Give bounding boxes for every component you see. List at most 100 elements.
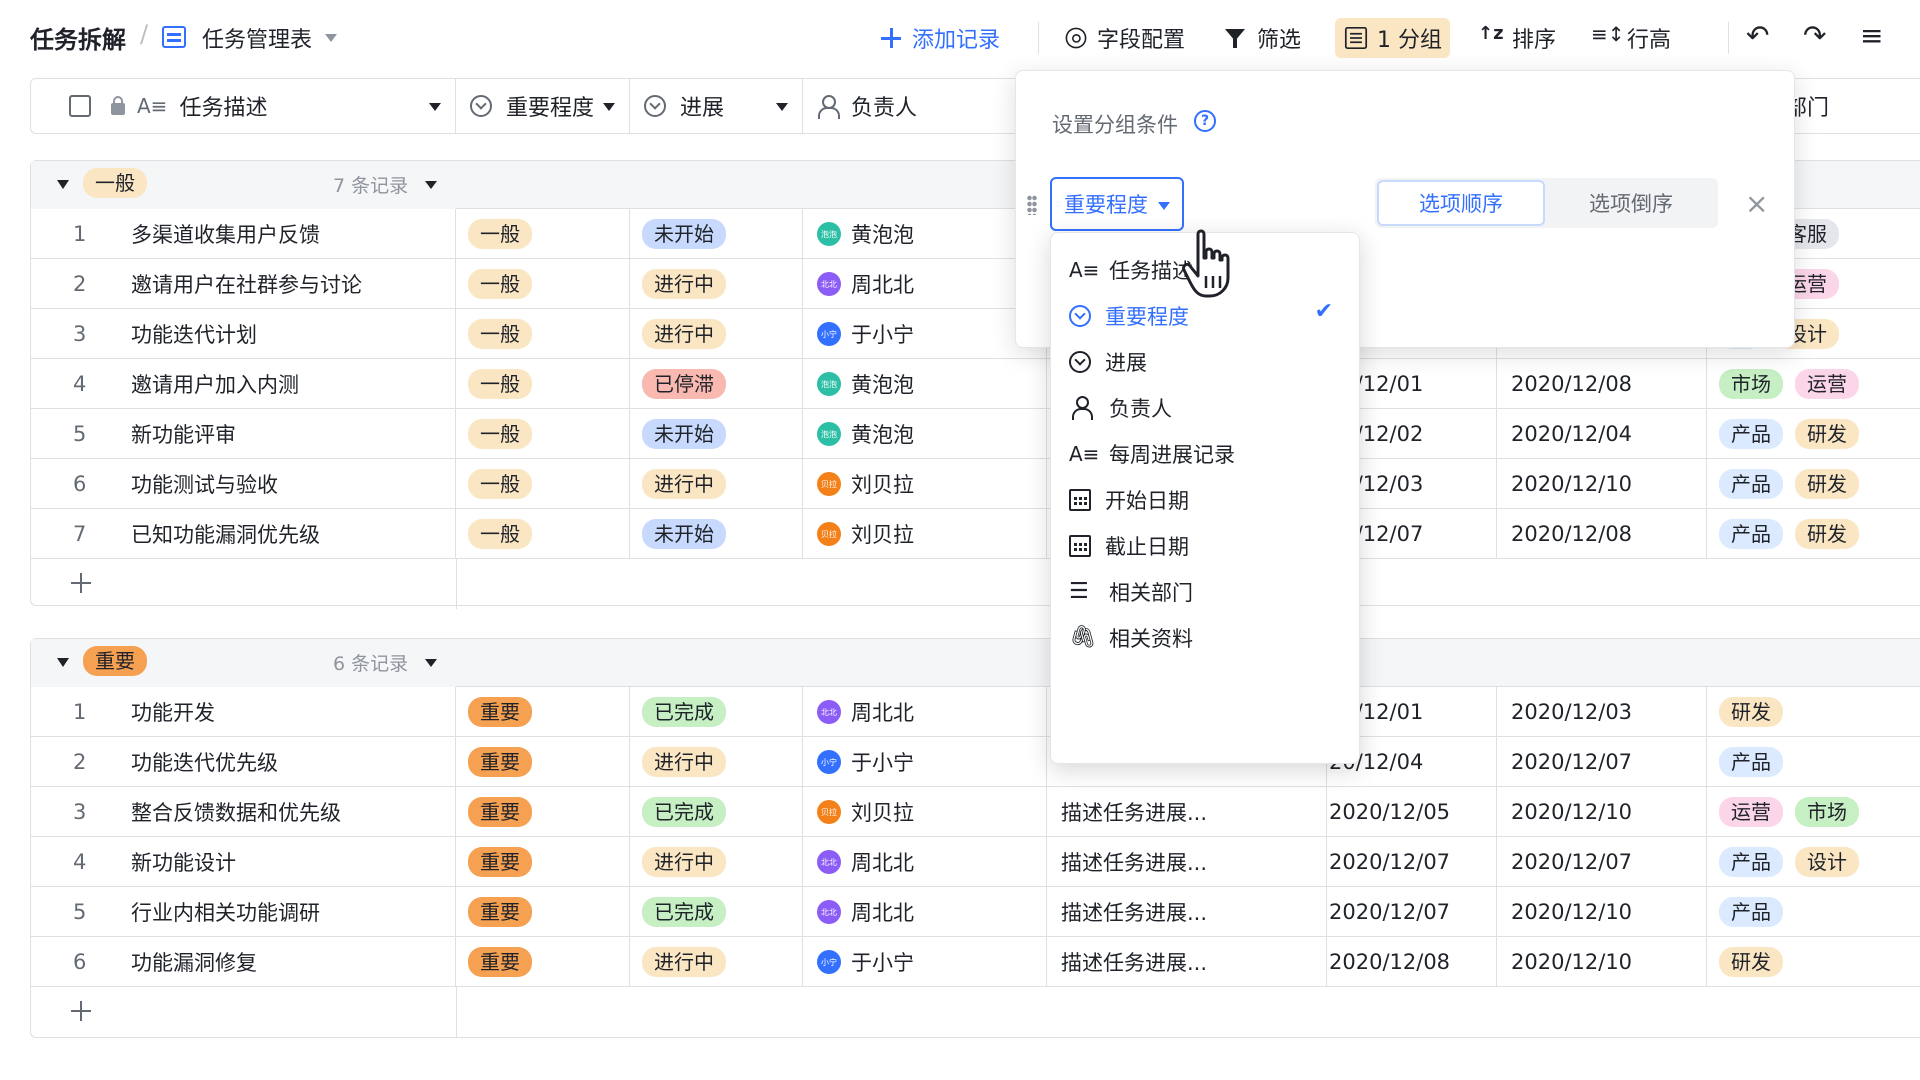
owner-name: 于小宁 bbox=[851, 323, 914, 347]
close-icon[interactable]: × bbox=[1745, 190, 1768, 218]
table-row[interactable]: 7 已知功能漏洞优先级 一般 未开始 贝拉 刘贝拉 20/12/07 2020/12/08 产品… bbox=[31, 509, 1920, 559]
field-option[interactable]: 🖇 相关资料 bbox=[1051, 613, 1359, 663]
row-number: 2 bbox=[73, 750, 87, 774]
row-number: 4 bbox=[73, 372, 87, 396]
sort-label: 排序 bbox=[1512, 28, 1557, 53]
field-option[interactable]: A≡ 每周进展记录 bbox=[1051, 429, 1359, 479]
task-text[interactable]: 功能迭代计划 bbox=[115, 319, 257, 349]
weekly-text[interactable]: 描述任务进展... bbox=[1047, 947, 1207, 977]
plus-icon[interactable] bbox=[69, 999, 93, 1023]
table-row[interactable]: 2 功能迭代优先级 重要 进行中 小宁 于小宁 20/12/04 2020/12/07 产品 bbox=[31, 737, 1920, 787]
end-date[interactable]: 2020/12/10 bbox=[1497, 900, 1632, 924]
owner-cell: 小宁 于小宁 bbox=[803, 309, 1047, 359]
priority-tag: 一般 bbox=[468, 219, 532, 249]
field-option[interactable]: ☰ 相关部门 bbox=[1051, 567, 1359, 617]
row-height-button[interactable]: 行高 bbox=[1585, 18, 1679, 58]
undo-button[interactable] bbox=[1738, 18, 1780, 58]
end-date[interactable]: 2020/12/07 bbox=[1497, 850, 1632, 874]
help-icon[interactable]: ? bbox=[1194, 110, 1216, 132]
end-date[interactable]: 2020/12/10 bbox=[1497, 950, 1632, 974]
field-option[interactable]: 截止日期 bbox=[1051, 521, 1359, 571]
view-dropdown-icon[interactable] bbox=[325, 34, 337, 42]
view-name[interactable]: 任务管理表 bbox=[202, 22, 312, 54]
chevron-down-icon[interactable] bbox=[429, 103, 441, 111]
end-date[interactable]: 2020/12/08 bbox=[1497, 372, 1632, 396]
table-row[interactable]: 6 功能漏洞修复 重要 进行中 小宁 于小宁 描述任务进展... 2020/12/08 2020… bbox=[31, 937, 1920, 987]
order-desc-button[interactable]: 选项倒序 bbox=[1547, 180, 1715, 226]
owner-cell: 北北 周北北 bbox=[803, 259, 1047, 309]
filter-button[interactable]: 筛选 bbox=[1215, 18, 1309, 58]
avatar: 贝拉 bbox=[817, 522, 841, 546]
select-all-checkbox[interactable] bbox=[69, 95, 91, 117]
plus-icon[interactable] bbox=[69, 571, 93, 595]
task-text[interactable]: 行业内相关功能调研 bbox=[115, 897, 320, 927]
chevron-down-icon[interactable] bbox=[425, 181, 437, 189]
task-text[interactable]: 整合反馈数据和优先级 bbox=[115, 797, 341, 827]
table-row[interactable]: 5 行业内相关功能调研 重要 已完成 北北 周北北 描述任务进展... 2020/12/07 2… bbox=[31, 887, 1920, 937]
end-date[interactable]: 2020/12/10 bbox=[1497, 472, 1632, 496]
chevron-down-icon[interactable] bbox=[425, 659, 437, 667]
task-text[interactable]: 功能测试与验收 bbox=[115, 469, 278, 499]
end-date[interactable]: 2020/12/08 bbox=[1497, 522, 1632, 546]
field-config-button[interactable]: 字段配置 bbox=[1055, 18, 1193, 58]
add-row[interactable] bbox=[31, 987, 1920, 1037]
avatar: 北北 bbox=[817, 700, 841, 724]
task-text[interactable]: 新功能设计 bbox=[115, 847, 236, 877]
chevron-down-icon[interactable] bbox=[776, 103, 788, 111]
order-toggle: 选项顺序 选项倒序 bbox=[1375, 178, 1718, 228]
column-header-progress[interactable]: 进展 bbox=[630, 79, 803, 133]
column-header-priority[interactable]: 重要程度 bbox=[456, 79, 630, 133]
breadcrumb-root[interactable]: 任务拆解 bbox=[30, 20, 126, 55]
drag-handle-icon[interactable] bbox=[1027, 195, 1037, 215]
task-text[interactable]: 邀请用户在社群参与讨论 bbox=[115, 269, 362, 299]
add-record-button[interactable]: 添加记录 bbox=[870, 18, 1008, 58]
sort-button[interactable]: 排序 bbox=[1470, 18, 1564, 58]
add-row[interactable] bbox=[31, 559, 1920, 609]
column-header-task[interactable]: A≡ 任务描述 bbox=[31, 79, 456, 133]
dept-cell: 产品 研发 bbox=[1707, 409, 1920, 459]
redo-button[interactable] bbox=[1795, 18, 1837, 58]
end-date[interactable]: 2020/12/03 bbox=[1497, 700, 1632, 724]
table-row[interactable]: 3 整合反馈数据和优先级 重要 已完成 贝拉 刘贝拉 描述任务进展... 2020/12/05… bbox=[31, 787, 1920, 837]
avatar: 贝拉 bbox=[817, 800, 841, 824]
table-row[interactable]: 4 邀请用户加入内测 一般 已停滞 泡泡 黄泡泡 20/12/01 2020/12/08 市场运… bbox=[31, 359, 1920, 409]
field-option[interactable]: 开始日期 bbox=[1051, 475, 1359, 525]
group-icon bbox=[1344, 26, 1368, 50]
weekly-text[interactable]: 描述任务进展... bbox=[1047, 797, 1207, 827]
group-button[interactable]: 1 分组 bbox=[1335, 18, 1450, 58]
task-text[interactable]: 功能迭代优先级 bbox=[115, 747, 278, 777]
end-date[interactable]: 2020/12/07 bbox=[1497, 750, 1632, 774]
field-option[interactable]: 负责人 bbox=[1051, 383, 1359, 433]
table-row[interactable]: 5 新功能评审 一般 未开始 泡泡 黄泡泡 20/12/02 2020/12/04 产品 研发 bbox=[31, 409, 1920, 459]
end-date[interactable]: 2020/12/10 bbox=[1497, 800, 1632, 824]
end-date[interactable]: 2020/12/04 bbox=[1497, 422, 1632, 446]
task-text[interactable]: 多渠道收集用户反馈 bbox=[115, 219, 320, 249]
more-button[interactable] bbox=[1852, 18, 1894, 58]
chevron-down-icon[interactable] bbox=[603, 103, 615, 111]
order-asc-button[interactable]: 选项顺序 bbox=[1377, 180, 1545, 226]
task-text[interactable]: 已知功能漏洞优先级 bbox=[115, 519, 320, 549]
table-row[interactable]: 6 功能测试与验收 一般 进行中 贝拉 刘贝拉 20/12/03 2020/12/10 产品 研发 bbox=[31, 459, 1920, 509]
start-date[interactable]: 2020/12/07 bbox=[1327, 850, 1450, 874]
weekly-text[interactable]: 描述任务进展... bbox=[1047, 897, 1207, 927]
task-text[interactable]: 邀请用户加入内测 bbox=[115, 369, 299, 399]
field-option[interactable]: 进展 bbox=[1051, 337, 1359, 387]
table-row[interactable]: 4 新功能设计 重要 进行中 北北 周北北 描述任务进展... 2020/12/07 2020/… bbox=[31, 837, 1920, 887]
weekly-text[interactable]: 描述任务进展... bbox=[1047, 847, 1207, 877]
task-text[interactable]: 功能开发 bbox=[115, 697, 215, 727]
collapse-caret-icon[interactable] bbox=[57, 658, 69, 667]
group-field-select[interactable]: 重要程度 bbox=[1050, 177, 1184, 231]
table-row[interactable]: 1 功能开发 重要 已完成 北北 周北北 20/12/01 2020/12/03 研发 bbox=[31, 687, 1920, 737]
hand-cursor-icon bbox=[1182, 229, 1230, 298]
start-date[interactable]: 2020/12/05 bbox=[1327, 800, 1450, 824]
column-header-owner[interactable]: 负责人 bbox=[803, 79, 1047, 133]
owner-name: 黄泡泡 bbox=[851, 223, 914, 247]
avatar: 小宁 bbox=[817, 750, 841, 774]
task-text[interactable]: 新功能评审 bbox=[115, 419, 236, 449]
collapse-caret-icon[interactable] bbox=[57, 180, 69, 189]
task-cell: 5 新功能评审 bbox=[31, 409, 456, 459]
grid-view-icon bbox=[162, 26, 186, 48]
start-date[interactable]: 2020/12/07 bbox=[1327, 900, 1450, 924]
task-text[interactable]: 功能漏洞修复 bbox=[115, 947, 257, 977]
start-date[interactable]: 2020/12/08 bbox=[1327, 950, 1450, 974]
